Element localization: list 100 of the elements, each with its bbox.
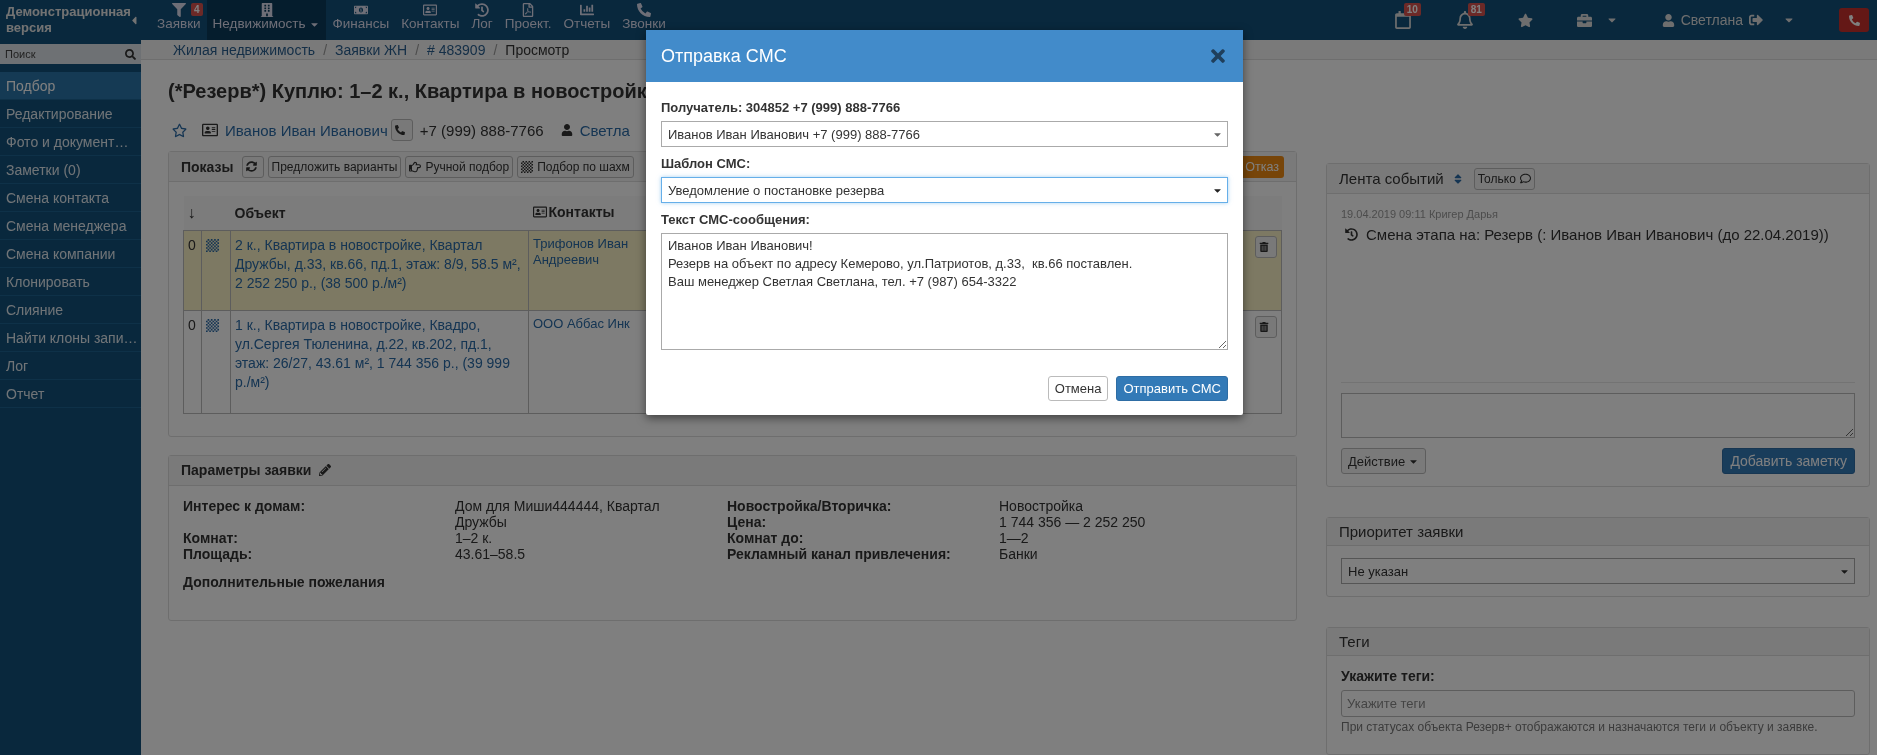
param-label: Площадь: <box>183 545 254 562</box>
checkerboard-icon[interactable] <box>206 318 219 332</box>
breadcrumb-separator: / <box>415 41 420 58</box>
dialog-title: Отправка СМС <box>661 45 787 67</box>
checkerboard-icon <box>521 160 534 173</box>
tags-field[interactable]: Укажите теги <box>1341 690 1855 717</box>
table-cell: 0 <box>188 236 196 253</box>
history-icon <box>475 3 490 17</box>
param-value: 43.61–58.5 <box>455 545 527 562</box>
count-badge: 81 <box>1467 3 1485 16</box>
breadcrumb-link[interactable]: Заявки ЖН <box>335 41 408 58</box>
pencil-icon[interactable] <box>319 464 332 476</box>
action-button[interactable]: Действие <box>1341 448 1427 474</box>
nav-tab[interactable]: Финансы <box>326 0 396 40</box>
refresh-icon <box>245 161 257 172</box>
briefcase-icon[interactable] <box>1576 12 1592 28</box>
bell-icon[interactable] <box>1455 11 1474 29</box>
recipient-label: Получатель: 304852 +7 (999) 888-7766 <box>661 100 902 115</box>
breadcrumb-link[interactable]: # 483909 <box>427 41 486 58</box>
panel-title: Показы <box>181 158 234 175</box>
delete-button[interactable] <box>1255 315 1277 338</box>
param-label: Цена: <box>727 513 767 530</box>
message-field[interactable]: Иванов Иван Иванович! Резерв на объект по адресу Кемерово, ул.Патриотов, д.33, кв.66 поставлен. Ваш менеджер Светлая Светлана, тел. +7 (987) 654-3322 <box>661 233 1228 350</box>
param-value: Дом для Миши444444, Квартал Дружбы <box>455 497 661 530</box>
trash-icon <box>1259 241 1269 252</box>
filter-icon <box>171 3 186 17</box>
contact-link[interactable]: Иванов Иван Иванович <box>225 121 388 139</box>
priority-select[interactable]: Не указан <box>1341 558 1855 584</box>
nav-tab[interactable]: Лог <box>465 0 499 40</box>
manager-link[interactable]: Светла <box>579 121 630 139</box>
comment-icon <box>1519 173 1531 184</box>
brand-title: Демонстрационная версия <box>6 4 131 36</box>
param-value: Банки <box>999 545 1039 562</box>
close-icon <box>1208 46 1228 66</box>
param-value: Новостройка <box>999 497 1084 514</box>
field-label: Укажите теги: <box>1341 668 1436 684</box>
breadcrumb-link[interactable]: Жилая недвижимость <box>173 41 316 58</box>
nav-tab[interactable]: Недвижимость <box>206 0 327 40</box>
breadcrumb-separator: / <box>493 41 498 58</box>
star-icon[interactable] <box>172 122 187 138</box>
checkerboard-icon[interactable] <box>206 238 219 252</box>
nav-tab[interactable]: Отчеты <box>557 0 617 40</box>
toolbar-button[interactable]: Ручной подбор <box>405 155 514 178</box>
reject-button[interactable]: Отказ <box>1240 155 1284 178</box>
param-label: Комнат до: <box>727 529 805 546</box>
cancel-button[interactable]: Отмена <box>1047 376 1109 401</box>
call-button[interactable] <box>390 119 413 141</box>
nav-tab[interactable]: Звонки <box>616 0 672 40</box>
column-header[interactable]: Контакты <box>548 203 615 220</box>
count-badge: 10 <box>1403 3 1421 16</box>
banknote-icon <box>353 3 368 17</box>
refresh-button[interactable] <box>241 155 264 178</box>
current-page-label[interactable]: Просмотр <box>505 41 570 58</box>
hint-text: При статусах объекта Резерв+ отображаются и назначаются теги и объекту и заявке. <box>1341 720 1819 734</box>
filter-button[interactable]: Только <box>1473 167 1535 190</box>
param-label: Дополнительные пожелания <box>183 573 385 590</box>
nav-tab[interactable]: Контакты <box>395 0 466 40</box>
phone-icon <box>1848 14 1860 26</box>
param-value: 1—2 <box>999 529 1030 546</box>
toolbar-button[interactable]: Подбор по шахм <box>517 155 634 178</box>
nav-tab[interactable]: Заявки 4 <box>151 0 207 40</box>
history-icon <box>1345 228 1358 241</box>
close-button[interactable] <box>1208 46 1228 66</box>
param-value: 1–2 к. <box>455 529 493 546</box>
phone-number: +7 (999) 888-7766 <box>419 121 544 139</box>
add-note-button[interactable]: Добавить заметку <box>1722 448 1855 474</box>
pointing-hand-icon <box>409 160 422 173</box>
toolbar-button[interactable]: Предложить варианты <box>267 155 402 178</box>
note-field[interactable] <box>1341 393 1855 438</box>
text-label: Текст СМС-сообщения: <box>661 212 811 227</box>
call-button[interactable] <box>1839 8 1869 32</box>
calendar-icon[interactable] <box>1393 11 1412 29</box>
param-label: Рекламный канал привлечения: <box>727 545 952 562</box>
document-icon <box>521 3 536 17</box>
panel-title: Приоритет заявки <box>1339 523 1464 540</box>
search-icon[interactable] <box>125 48 136 60</box>
count-badge: 4 <box>191 3 203 16</box>
phone-icon <box>394 125 405 135</box>
sort-arrow[interactable]: ↓ <box>187 203 196 221</box>
page-title: (*Резерв*) Куплю: 1–2 к., Квартира в новостройк <box>168 79 648 104</box>
nav-tab[interactable]: Проект. <box>498 0 558 40</box>
template-label: Шаблон СМС: <box>661 156 752 171</box>
send-button[interactable]: Отправить СМС <box>1116 376 1228 401</box>
event-text: Смена этапа на: Резерв (: Иванов Иван Иванович (до 22.04.2019)) <box>1366 226 1829 243</box>
recipient-select[interactable]: Иванов Иван Иванович +7 (999) 888-7766 <box>661 121 1228 147</box>
breadcrumb-separator: / <box>323 41 327 58</box>
bar-chart-icon <box>579 3 594 17</box>
user-name[interactable]: Светлана <box>1680 12 1743 28</box>
column-header[interactable]: Объект <box>234 204 286 221</box>
delete-button[interactable] <box>1255 235 1277 258</box>
sign-out-icon[interactable] <box>1749 13 1763 27</box>
table-cell: 0 <box>188 316 196 333</box>
panel-title: Лента событий <box>1339 170 1444 187</box>
param-label: Комнат: <box>183 529 240 546</box>
sidebar-item[interactable]: Подбор <box>0 72 141 100</box>
star-icon[interactable] <box>1517 12 1533 28</box>
param-value: 1 744 356 — 2 252 250 <box>999 513 1146 530</box>
building-icon <box>259 3 274 17</box>
phone-icon <box>637 3 651 17</box>
template-select[interactable]: Уведомление о постановке резерва <box>661 177 1228 203</box>
